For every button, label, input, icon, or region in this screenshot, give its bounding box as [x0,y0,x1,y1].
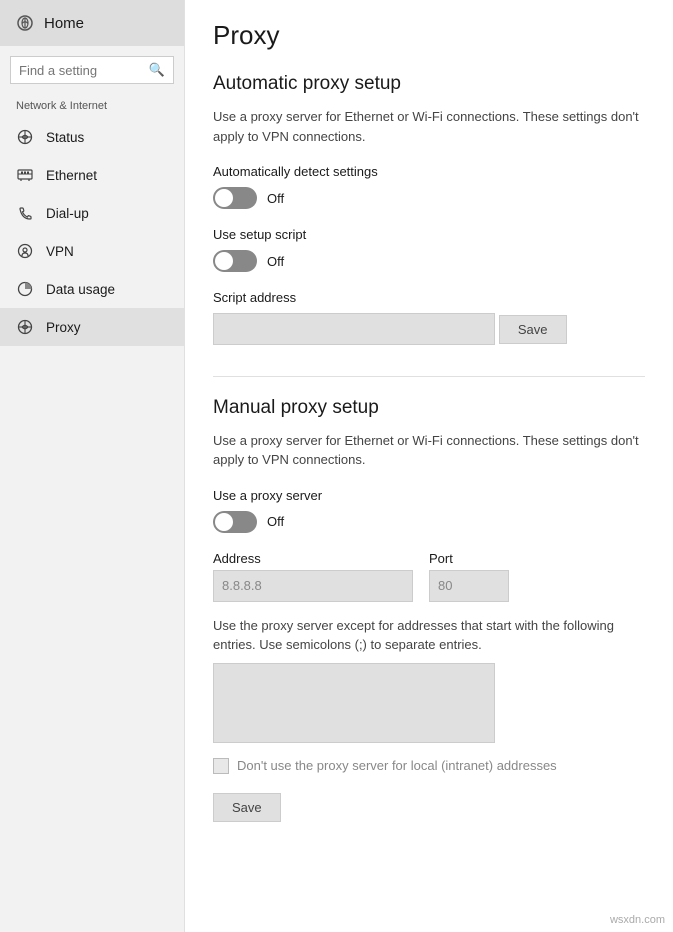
data-usage-icon [16,280,34,298]
auto-section-title: Automatic proxy setup [213,73,645,95]
setup-script-toggle-row: Off [213,250,645,272]
proxy-icon [16,318,34,336]
auto-detect-state: Off [267,191,284,206]
ethernet-icon [16,166,34,184]
sidebar-item-proxy[interactable]: Proxy [0,308,184,346]
setup-script-state: Off [267,254,284,269]
manual-section-description: Use a proxy server for Ethernet or Wi-Fi… [213,431,645,470]
sidebar-item-label: Data usage [46,282,115,297]
sidebar: Home 🔍 Network & Internet Status [0,0,185,932]
manual-save-button[interactable]: Save [213,793,281,822]
sidebar-item-label: Status [46,130,84,145]
script-address-label: Script address [213,290,645,305]
use-proxy-toggle[interactable] [213,511,257,533]
sidebar-item-data-usage[interactable]: Data usage [0,270,184,308]
manual-section-title: Manual proxy setup [213,397,645,419]
local-checkbox-label: Don't use the proxy server for local (in… [237,757,557,775]
search-input[interactable] [19,63,143,78]
section-divider [213,376,645,377]
port-input[interactable] [429,570,509,602]
home-icon [16,14,34,32]
page-title: Proxy [213,20,645,51]
setup-script-toggle[interactable] [213,250,257,272]
sidebar-item-label: Ethernet [46,168,97,183]
exceptions-description: Use the proxy server except for addresse… [213,616,645,655]
script-address-input[interactable] [213,313,495,345]
sidebar-item-label: VPN [46,244,74,259]
use-proxy-toggle-row: Off [213,511,645,533]
sidebar-item-dialup[interactable]: Dial-up [0,194,184,232]
use-proxy-state: Off [267,514,284,529]
auto-detect-label: Automatically detect settings [213,164,645,179]
globe-icon [16,128,34,146]
auto-detect-toggle-row: Off [213,187,645,209]
address-port-group: Address Port [213,551,645,602]
address-label: Address [213,551,413,566]
setup-script-label: Use setup script [213,227,645,242]
sidebar-home-button[interactable]: Home [0,0,184,46]
auto-section-description: Use a proxy server for Ethernet or Wi-Fi… [213,107,645,146]
local-checkbox[interactable] [213,758,229,774]
sidebar-section-label: Network & Internet [0,90,184,118]
local-checkbox-row: Don't use the proxy server for local (in… [213,757,645,775]
port-group-item: Port [429,551,509,602]
sidebar-home-label: Home [44,15,84,32]
watermark: wsxdn.com [610,914,665,926]
auto-save-button[interactable]: Save [499,315,567,344]
main-content: Proxy Automatic proxy setup Use a proxy … [185,0,673,932]
vpn-icon [16,242,34,260]
sidebar-item-vpn[interactable]: VPN [0,232,184,270]
auto-detect-toggle[interactable] [213,187,257,209]
address-group-item: Address [213,551,413,602]
sidebar-item-label: Dial-up [46,206,89,221]
dialup-icon [16,204,34,222]
exceptions-textarea[interactable] [213,663,495,743]
port-label: Port [429,551,509,566]
address-input[interactable] [213,570,413,602]
sidebar-search-box[interactable]: 🔍 [10,56,174,84]
search-icon: 🔍 [149,62,165,78]
use-proxy-label: Use a proxy server [213,488,645,503]
sidebar-item-status[interactable]: Status [0,118,184,156]
sidebar-item-label: Proxy [46,320,81,335]
sidebar-item-ethernet[interactable]: Ethernet [0,156,184,194]
